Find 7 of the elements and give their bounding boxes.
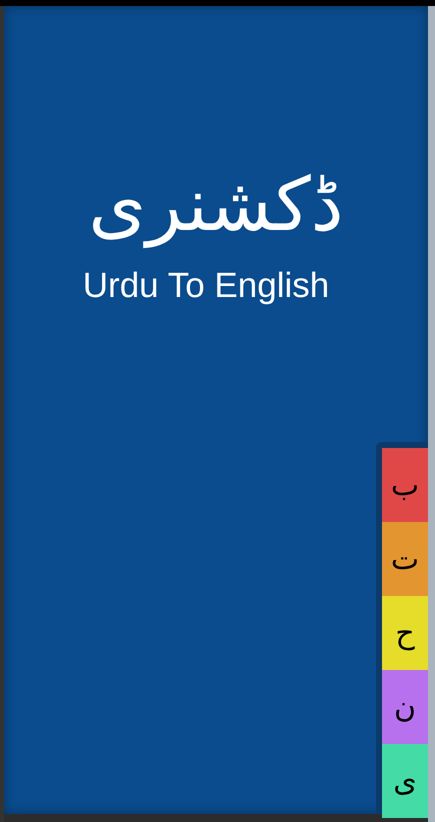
letter-tab[interactable]: ی: [382, 744, 428, 818]
letter-tab[interactable]: ن: [382, 670, 428, 744]
app-title: ڈکشنری: [88, 161, 344, 250]
letter-tab[interactable]: ح: [382, 596, 428, 670]
letter-tab[interactable]: ب: [382, 448, 428, 522]
app-subtitle: Urdu To English: [82, 268, 330, 304]
letter-tab[interactable]: ت: [382, 522, 428, 596]
